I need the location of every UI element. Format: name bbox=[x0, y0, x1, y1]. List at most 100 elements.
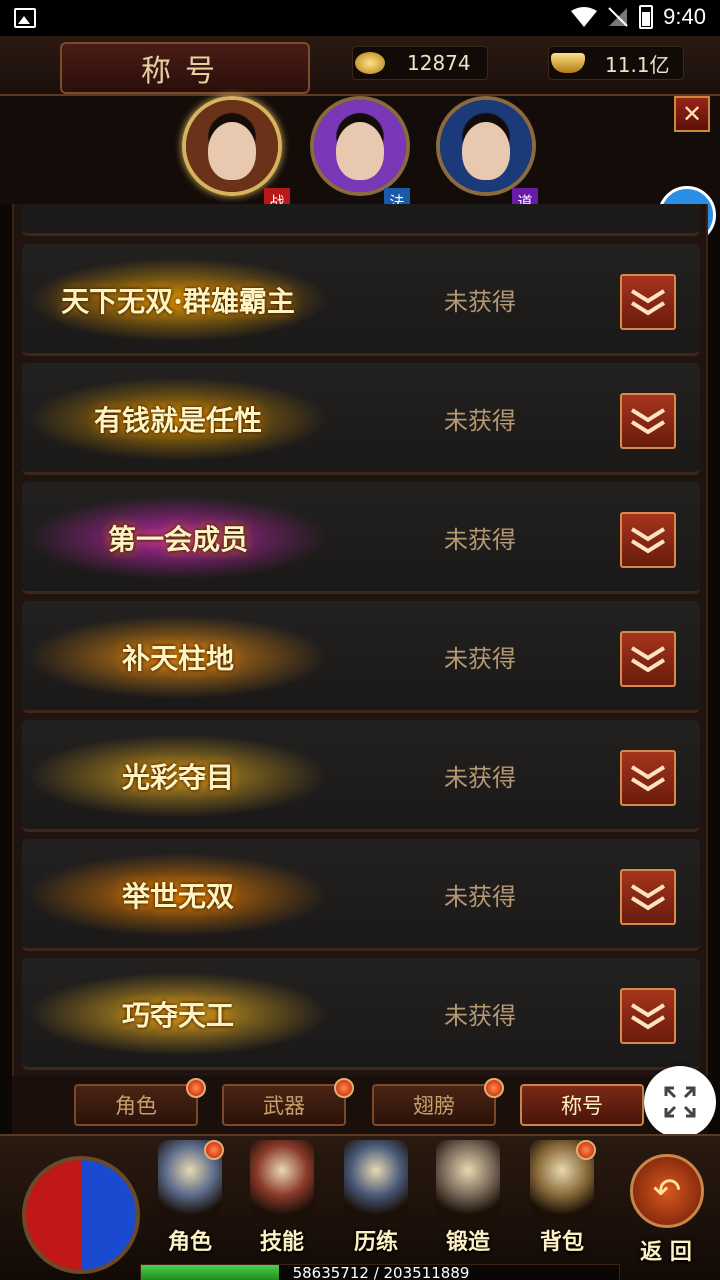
title-badge-art: 光彩夺目 bbox=[28, 734, 328, 818]
notification-dot-icon bbox=[204, 1140, 224, 1160]
title-name: 第一会成员 bbox=[107, 523, 248, 556]
title-row: 第一会成员 未获得 bbox=[22, 482, 700, 594]
double-chevron-down-icon bbox=[630, 1003, 666, 1030]
nav-label: 背包 bbox=[539, 1229, 584, 1255]
coin-balance: 12874 bbox=[352, 46, 488, 80]
nav-label: 历练 bbox=[353, 1229, 398, 1255]
return-button[interactable]: ↶ 返 回 bbox=[618, 1150, 714, 1270]
notification-dot-icon bbox=[484, 1078, 504, 1098]
mage-face bbox=[336, 122, 384, 180]
expand-button[interactable] bbox=[620, 274, 676, 330]
character-selector: 战 法 道 bbox=[0, 96, 720, 214]
title-name: 天下无双·群雄霸主 bbox=[61, 285, 295, 318]
character-avatar-mage[interactable] bbox=[310, 96, 410, 196]
tab-label: 翅膀 bbox=[413, 1094, 455, 1118]
no-signal-icon bbox=[608, 7, 628, 27]
expand-button[interactable] bbox=[620, 869, 676, 925]
tab-2[interactable]: 武器 bbox=[222, 1078, 354, 1126]
nav-label: 锻造 bbox=[445, 1229, 490, 1255]
header: 称号 12874 11.1亿 bbox=[0, 36, 720, 96]
double-chevron-down-icon bbox=[630, 765, 666, 792]
expand-button[interactable] bbox=[620, 393, 676, 449]
title-row: 补天柱地 未获得 bbox=[22, 601, 700, 713]
clock: 9:40 bbox=[663, 4, 706, 29]
forge-hammer-icon bbox=[436, 1140, 500, 1216]
title-badge-art: 补天柱地 bbox=[28, 615, 328, 699]
title-badge-art: 巧夺天工 bbox=[28, 972, 328, 1056]
nav-item-4[interactable]: 锻造 bbox=[422, 1140, 514, 1270]
title-row: 光彩夺目 未获得 bbox=[22, 720, 700, 832]
nav-label: 技能 bbox=[259, 1229, 304, 1255]
expand-icon bbox=[664, 1086, 696, 1118]
double-chevron-down-icon bbox=[630, 527, 666, 554]
nav-item-2[interactable]: 技能 bbox=[236, 1140, 328, 1270]
battery-icon bbox=[639, 5, 654, 29]
warrior-face bbox=[208, 122, 256, 180]
nav-item-1[interactable]: 角色 bbox=[144, 1140, 236, 1270]
coin-amount: 12874 bbox=[407, 51, 471, 75]
title-row: 举世无双 未获得 bbox=[22, 839, 700, 951]
expand-button[interactable] bbox=[620, 512, 676, 568]
fullscreen-button[interactable] bbox=[644, 1066, 716, 1138]
close-icon: ✕ bbox=[681, 100, 703, 128]
wifi-icon bbox=[571, 7, 598, 27]
title-status: 未获得 bbox=[444, 407, 516, 435]
ingot-balance: 11.1亿 bbox=[548, 46, 684, 80]
bottom-navigation: ↶ 返 回 58635712 / 203511889 角色 技能 历练 锻造 背包 bbox=[0, 1134, 720, 1280]
coin-icon bbox=[355, 52, 385, 74]
title-row: 天下无双·群雄霸主 未获得 bbox=[22, 244, 700, 356]
expand-button[interactable] bbox=[620, 988, 676, 1044]
title-status: 未获得 bbox=[444, 526, 516, 554]
title-name: 补天柱地 bbox=[121, 642, 234, 675]
category-tabs: 角色 武器 翅膀 称号 bbox=[12, 1076, 708, 1134]
notification-dot-icon bbox=[334, 1078, 354, 1098]
nav-item-3[interactable]: 历练 bbox=[330, 1140, 422, 1270]
notification-dot-icon bbox=[186, 1078, 206, 1098]
training-armor-icon bbox=[344, 1140, 408, 1216]
double-chevron-down-icon bbox=[630, 408, 666, 435]
nav-label: 角色 bbox=[167, 1229, 212, 1255]
taoist-face bbox=[462, 122, 510, 180]
character-avatar-warrior[interactable] bbox=[182, 96, 282, 196]
expand-button[interactable] bbox=[620, 631, 676, 687]
expand-button[interactable] bbox=[620, 750, 676, 806]
title-status: 未获得 bbox=[444, 288, 516, 316]
list-item-partial bbox=[22, 204, 700, 236]
title-status: 未获得 bbox=[444, 883, 516, 911]
tab-label: 武器 bbox=[263, 1094, 305, 1118]
return-arrow-icon: ↶ bbox=[630, 1154, 704, 1228]
title-list[interactable]: 天下无双·群雄霸主 未获得 有钱就是任性 未获得 第一会成员 未获得 补天柱地 未获得 光彩夺目… bbox=[12, 204, 708, 1076]
title-status: 未获得 bbox=[444, 645, 516, 673]
page-title: 称号 bbox=[60, 42, 310, 94]
title-name: 巧夺天工 bbox=[121, 999, 234, 1032]
title-name: 有钱就是任性 bbox=[93, 404, 262, 437]
title-badge-art: 有钱就是任性 bbox=[28, 377, 328, 461]
title-row: 巧夺天工 未获得 bbox=[22, 958, 700, 1070]
ingot-amount: 11.1亿 bbox=[605, 52, 670, 77]
taiji-orb-icon[interactable] bbox=[22, 1156, 140, 1274]
title-badge-art: 天下无双·群雄霸主 bbox=[28, 258, 328, 342]
status-bar: 9:40 bbox=[0, 0, 720, 36]
title-row: 有钱就是任性 未获得 bbox=[22, 363, 700, 475]
tab-label: 角色 bbox=[115, 1094, 157, 1118]
tab-4[interactable]: 称号 bbox=[520, 1084, 644, 1126]
return-label: 返 回 bbox=[640, 1239, 692, 1265]
skill-book-icon bbox=[250, 1140, 314, 1216]
ingot-icon bbox=[551, 53, 585, 73]
title-badge-art: 第一会成员 bbox=[28, 496, 328, 580]
nav-item-5[interactable]: 背包 bbox=[516, 1140, 608, 1270]
notification-dot-icon bbox=[576, 1140, 596, 1160]
image-notification-icon bbox=[14, 8, 36, 28]
tab-1[interactable]: 角色 bbox=[74, 1078, 206, 1126]
tab-label: 称号 bbox=[561, 1094, 603, 1118]
title-name: 光彩夺目 bbox=[121, 761, 234, 794]
title-name: 举世无双 bbox=[121, 880, 234, 913]
title-status: 未获得 bbox=[444, 764, 516, 792]
double-chevron-down-icon bbox=[630, 646, 666, 673]
double-chevron-down-icon bbox=[630, 884, 666, 911]
character-avatar-taoist[interactable] bbox=[436, 96, 536, 196]
close-button[interactable]: ✕ bbox=[674, 96, 710, 132]
title-status: 未获得 bbox=[444, 1002, 516, 1030]
tab-3[interactable]: 翅膀 bbox=[372, 1078, 504, 1126]
title-badge-art: 举世无双 bbox=[28, 853, 328, 937]
